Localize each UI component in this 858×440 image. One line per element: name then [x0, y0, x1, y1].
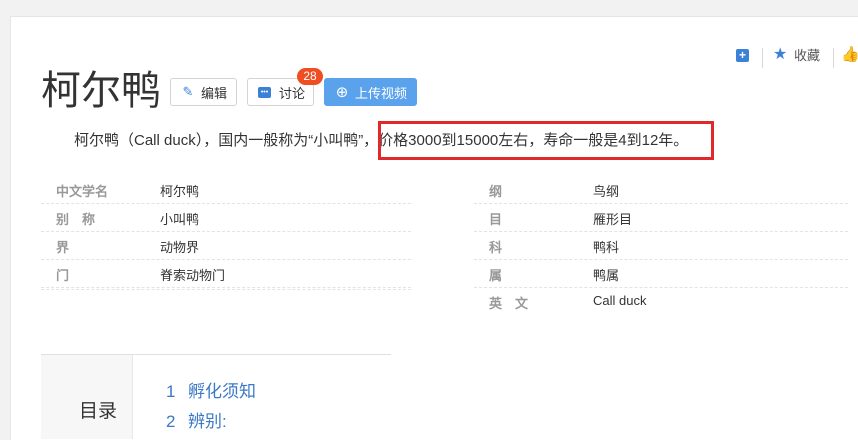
toc-item-number: 1: [166, 382, 176, 401]
info-row: 别 称 小叫鸭: [41, 203, 411, 232]
info-key: 界: [56, 240, 70, 255]
plus-circle-icon: ⊕: [335, 84, 349, 101]
upload-video-button[interactable]: ⊕ 上传视频: [324, 78, 417, 106]
info-row: 属 鸭属: [474, 259, 848, 288]
info-value: 雁形目: [593, 212, 633, 227]
toc-item-label: 辨别:: [188, 412, 227, 431]
toc-item-number: 2: [166, 412, 176, 431]
info-value: 脊索动物门: [160, 268, 226, 283]
info-key: 别 称: [56, 212, 96, 227]
info-key: 属: [489, 268, 503, 283]
info-value: 鸟纲: [593, 184, 620, 199]
toc-title: 目录: [79, 401, 118, 422]
chat-icon: •••: [258, 86, 271, 98]
upload-label: 上传视频: [355, 85, 408, 101]
edit-label: 编辑: [201, 85, 228, 101]
info-divider: [41, 287, 411, 290]
toc-item[interactable]: 2 辨别:: [166, 407, 227, 432]
divider: [762, 48, 763, 68]
info-row: 英 文 Call duck: [474, 287, 848, 315]
info-row: 目 雁形目: [474, 203, 848, 232]
info-row: 门 脊索动物门: [41, 259, 411, 288]
info-key: 门: [56, 268, 70, 283]
discuss-label: 讨论: [279, 85, 306, 101]
info-value: 柯尔鸭: [160, 184, 200, 199]
info-row: 界 动物界: [41, 231, 411, 260]
info-key: 中文学名: [56, 184, 109, 199]
toc-separator: [132, 355, 133, 439]
thumbs-up-icon[interactable]: 👍: [841, 47, 858, 63]
info-value: Call duck: [593, 293, 647, 308]
info-value: 鸭属: [593, 268, 620, 283]
info-row: 科 鸭科: [474, 231, 848, 260]
toc-item-label: 孵化须知: [188, 382, 256, 401]
toc-item[interactable]: 1 孵化须知: [166, 377, 256, 402]
divider: [833, 48, 834, 68]
info-key: 英 文: [489, 296, 529, 311]
info-key: 纲: [489, 184, 503, 199]
info-row: 纲 鸟纲: [474, 175, 848, 204]
page-title: 柯尔鸭: [41, 68, 161, 114]
favorite-button[interactable]: 收藏: [794, 48, 820, 64]
highlight-box: [378, 121, 714, 160]
info-value: 鸭科: [593, 240, 620, 255]
add-icon[interactable]: +: [736, 49, 749, 62]
discuss-count-badge: 28: [297, 68, 323, 85]
star-icon[interactable]: ★: [773, 47, 787, 63]
info-value: 小叫鸭: [160, 212, 200, 227]
pencil-icon: ✎: [182, 84, 194, 99]
edit-button[interactable]: ✎ 编辑: [170, 78, 237, 106]
info-value: 动物界: [160, 240, 200, 255]
info-key: 目: [489, 212, 503, 227]
info-row: 中文学名 柯尔鸭: [41, 175, 411, 204]
info-key: 科: [489, 240, 503, 255]
